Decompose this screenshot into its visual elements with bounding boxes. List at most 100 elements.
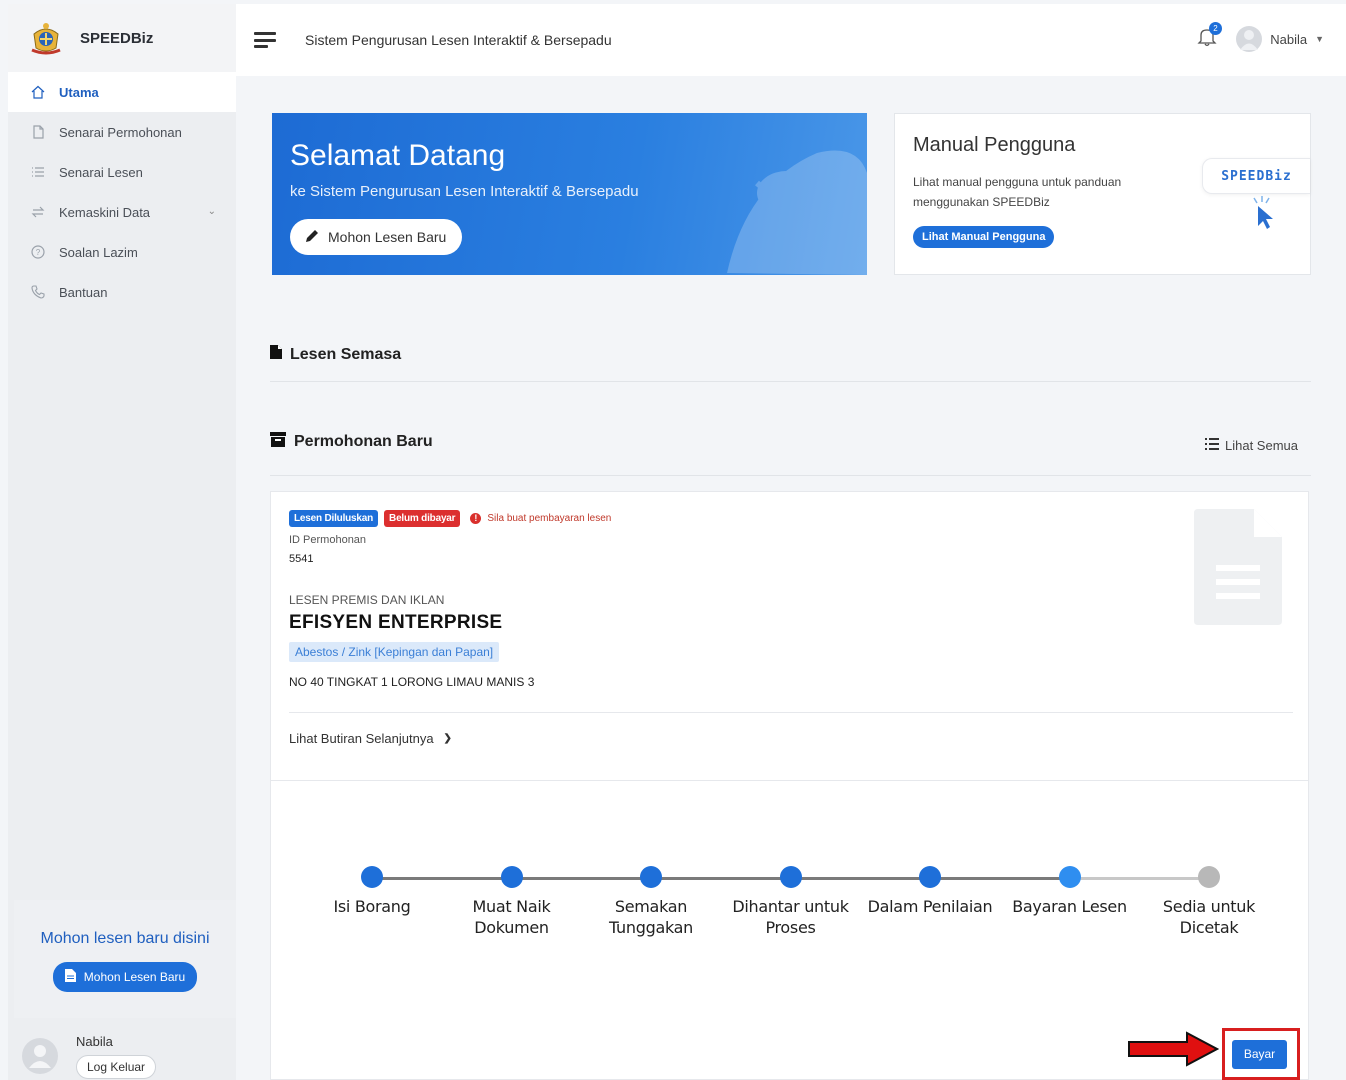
status-badges: Lesen Diluluskan Belum dibayar ! Sila bu…: [289, 510, 611, 527]
sidebar-promo: Mohon lesen baru disini Mohon Lesen Baru: [14, 900, 236, 1018]
header-title: Sistem Pengurusan Lesen Interaktif & Ber…: [305, 32, 612, 48]
sidebar-item-bantuan[interactable]: Bantuan: [8, 272, 236, 312]
stepper-label: Isi Borang: [307, 896, 437, 917]
manual-title: Manual Pengguna: [913, 134, 1076, 156]
view-all-label: Lihat Semua: [1225, 438, 1298, 453]
chevron-down-icon: ⌄: [207, 206, 216, 217]
welcome-title: Selamat Datang: [290, 139, 506, 172]
user-manual-card: Manual Pengguna Lihat manual pengguna un…: [894, 113, 1311, 275]
pencil-icon: [304, 228, 320, 247]
pay-button[interactable]: Bayar: [1232, 1040, 1287, 1069]
status-badge: Lesen Diluluskan: [289, 510, 379, 527]
avatar: [1236, 26, 1263, 52]
new-applications-title: Permohonan Baru: [294, 433, 433, 450]
sidebar-item-label: Bantuan: [59, 284, 108, 300]
alert-icon: !: [470, 513, 482, 524]
stepper-label: Muat Naik Dokumen: [447, 896, 577, 938]
license-type: LESEN PREMIS DAN IKLAN: [289, 593, 445, 607]
payment-warning-text: Sila buat pembayaran lesen: [487, 513, 612, 524]
stepper-label-line: Dihantar untuk: [732, 897, 849, 916]
user-menu[interactable]: Nabila ▼: [1236, 26, 1324, 52]
question-icon: ?: [30, 244, 46, 260]
sidebar: SPEEDBiz Utama Senarai Permohonan Senara…: [8, 4, 236, 1080]
stepper-dot: [779, 866, 802, 888]
sidebar-promo-title: Mohon lesen baru disini: [40, 930, 210, 947]
stepper-dot: [1198, 866, 1220, 888]
archive-icon: [270, 432, 286, 452]
stepper-label-line: Tunggakan: [609, 918, 693, 937]
sidebar-item-label: Senarai Lesen: [59, 164, 143, 180]
manual-description: Lihat manual pengguna untuk panduan meng…: [913, 175, 1122, 209]
header-user-name: Nabila: [1270, 31, 1308, 47]
chevron-down-icon: ❯: [443, 733, 452, 744]
menu-toggle-icon[interactable]: [254, 32, 276, 48]
sidebar-item-senarai-permohonan[interactable]: Senarai Permohonan: [8, 112, 236, 152]
payment-status-badge: Belum dibayar: [384, 510, 461, 527]
sidebar-item-label: Utama: [59, 84, 99, 100]
sidebar-nav: Utama Senarai Permohonan Senarai Lesen K…: [8, 72, 236, 312]
sidebar-item-soalan-lazim[interactable]: ? Soalan Lazim: [8, 232, 236, 272]
sidebar-item-senarai-lesen[interactable]: Senarai Lesen: [8, 152, 236, 192]
stepper-dot: [1058, 866, 1081, 888]
stepper-step: Sedia untuk Dicetak: [1144, 866, 1274, 938]
stepper-label: Dalam Penilaian: [865, 896, 995, 917]
brand-name: SPEEDBiz: [80, 29, 154, 47]
stepper-label-line: Muat Naik: [472, 897, 551, 916]
list-icon: [30, 164, 46, 180]
notification-bell-icon[interactable]: 2: [1196, 22, 1222, 48]
application-id-label: ID Permohonan: [289, 534, 367, 546]
stepper-dot: [500, 866, 523, 888]
payment-warning: ! Sila buat pembayaran lesen: [470, 513, 611, 524]
home-icon: [30, 84, 46, 100]
cursor-pointer-icon: [1253, 196, 1273, 229]
stepper-label-line: Isi Borang: [333, 897, 411, 916]
welcome-banner: Selamat Datang ke Sistem Pengurusan Lese…: [272, 113, 867, 275]
signing-hand-illustration-icon: [727, 150, 867, 275]
notification-count-badge: 2: [1209, 22, 1222, 35]
sidebar-item-label: Soalan Lazim: [59, 244, 138, 260]
stepper-label: Sedia untuk Dicetak: [1144, 896, 1274, 938]
stepper-step: Dalam Penilaian: [865, 866, 995, 917]
view-manual-button[interactable]: Lihat Manual Pengguna: [913, 226, 1055, 248]
divider: [271, 780, 1308, 781]
stepper-dot: [919, 866, 941, 888]
logout-button[interactable]: Log Keluar: [76, 1055, 157, 1079]
sidebar-apply-button[interactable]: Mohon Lesen Baru: [52, 962, 198, 992]
file-icon: [270, 345, 282, 364]
stepper-label-line: Dokumen: [474, 918, 549, 937]
stepper-step: Bayaran Lesen: [1005, 866, 1135, 917]
stepper-step: Dihantar untuk Proses: [726, 866, 856, 938]
stepper-step: Muat Naik Dokumen: [447, 866, 577, 938]
sidebar-item-utama[interactable]: Utama: [8, 72, 236, 112]
speedbiz-logo: SPEEDBiz: [1202, 158, 1310, 194]
application-card: Lesen Diluluskan Belum dibayar ! Sila bu…: [270, 491, 1309, 1080]
stepper-label-line: Semakan: [614, 897, 688, 916]
divider: [289, 712, 1293, 713]
stepper-step: Isi Borang: [307, 866, 437, 917]
current-licenses-title: Lesen Semasa: [290, 345, 402, 363]
welcome-subtitle: ke Sistem Pengurusan Lesen Interaktif & …: [290, 183, 639, 200]
new-applications-section: Permohonan Baru: [270, 432, 1311, 476]
stepper-label: Semakan Tunggakan: [586, 896, 716, 938]
company-name: EFISYEN ENTERPRISE: [289, 612, 503, 633]
chevron-down-icon: ▼: [1315, 34, 1324, 44]
sidebar-item-kemaskini-data[interactable]: Kemaskini Data ⌄: [8, 192, 236, 232]
apply-new-license-button[interactable]: Mohon Lesen Baru: [290, 219, 463, 255]
document-icon: [64, 969, 76, 985]
view-all-link[interactable]: Lihat Semua: [1205, 438, 1298, 453]
phone-icon: [30, 284, 46, 300]
stepper-label-line: Proses: [765, 918, 816, 937]
brand[interactable]: SPEEDBiz: [8, 4, 236, 72]
apply-new-license-button-label: Mohon Lesen Baru: [328, 229, 447, 245]
stepper-label: Bayaran Lesen: [1005, 896, 1135, 917]
stepper-dot: [361, 866, 383, 888]
sidebar-item-label: Senarai Permohonan: [59, 124, 182, 140]
red-arrow-annotation-icon: [1128, 1031, 1219, 1067]
stepper-dot: [640, 866, 662, 888]
top-header: Sistem Pengurusan Lesen Interaktif & Ber…: [236, 4, 1346, 76]
view-more-details-toggle[interactable]: Lihat Butiran Selanjutnya ❯: [289, 731, 452, 746]
sidebar-user-name: Nabila: [76, 1034, 113, 1049]
sidebar-apply-button-label: Mohon Lesen Baru: [83, 970, 186, 984]
document-placeholder-icon: [1194, 509, 1282, 625]
premise-address: NO 40 TINGKAT 1 LORONG LIMAU MANIS 3: [289, 675, 535, 689]
